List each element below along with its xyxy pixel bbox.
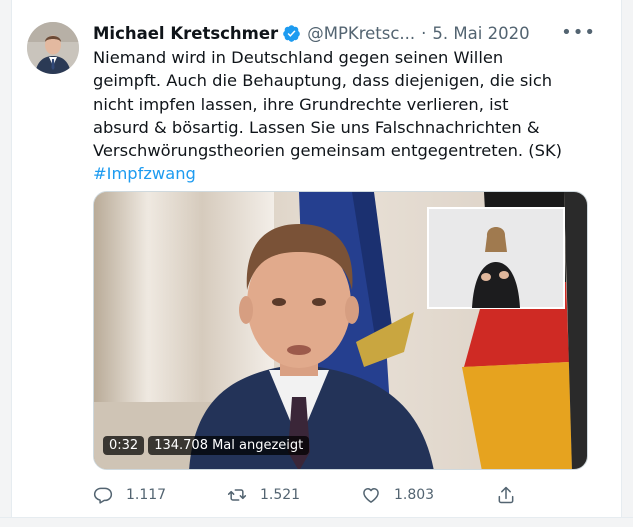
bottom-frame bbox=[0, 517, 633, 527]
author-handle[interactable]: @MPKretsc... bbox=[307, 24, 415, 43]
hashtag-link[interactable]: #Impfzwang bbox=[93, 162, 603, 185]
retweet-icon bbox=[227, 489, 247, 501]
tweet-text: Niemand wird in Deutschland gegen seinen… bbox=[93, 46, 603, 186]
heart-icon bbox=[363, 488, 379, 503]
reply-count: 1.117 bbox=[126, 487, 167, 503]
tweet-header: Michael Kretschmer @MPKretsc... · 5. Mai… bbox=[93, 20, 596, 46]
share-icon bbox=[498, 486, 514, 504]
like-button[interactable]: 1.803 bbox=[361, 485, 434, 505]
tweet-text-line: Verschwörungstheorien gemeinsam entgegen… bbox=[93, 141, 562, 161]
video-overlay: 0:32 134.708 Mal angezeigt bbox=[103, 436, 310, 455]
tweet-text-line: geimpft. Auch die Behauptung, dass dieje… bbox=[93, 71, 553, 91]
separator-dot: · bbox=[421, 23, 427, 43]
video-player[interactable]: 0:32 134.708 Mal angezeigt bbox=[93, 191, 588, 470]
video-frame bbox=[94, 192, 587, 469]
right-frame bbox=[621, 0, 633, 527]
reply-icon bbox=[93, 487, 113, 504]
more-options-icon[interactable]: ••• bbox=[561, 20, 596, 46]
share-button[interactable] bbox=[496, 485, 529, 505]
tweet-card[interactable]: Michael Kretschmer @MPKretsc... · 5. Mai… bbox=[13, 0, 620, 517]
verified-badge-icon bbox=[283, 24, 301, 42]
tweet-text-line: Niemand wird in Deutschland gegen seinen… bbox=[93, 48, 504, 67]
like-count: 1.803 bbox=[394, 487, 435, 503]
video-view-count: 134.708 Mal angezeigt bbox=[148, 436, 310, 455]
retweet-count: 1.521 bbox=[260, 487, 301, 503]
avatar-image bbox=[27, 22, 79, 74]
tweet-text-line: nicht impfen lassen, ihre Grundrechte ve… bbox=[93, 94, 509, 114]
author-avatar[interactable] bbox=[27, 22, 79, 74]
retweet-button[interactable]: 1.521 bbox=[227, 485, 300, 505]
video-duration: 0:32 bbox=[103, 436, 145, 455]
left-frame bbox=[0, 0, 12, 527]
tweet-actions: 1.117 1.521 1.803 bbox=[93, 482, 603, 508]
tweet-date[interactable]: 5. Mai 2020 bbox=[432, 24, 529, 43]
author-name[interactable]: Michael Kretschmer bbox=[93, 24, 278, 43]
tweet-text-line: absurd & bösartig. Lassen Sie uns Falsch… bbox=[93, 117, 540, 137]
reply-button[interactable]: 1.117 bbox=[93, 485, 166, 505]
